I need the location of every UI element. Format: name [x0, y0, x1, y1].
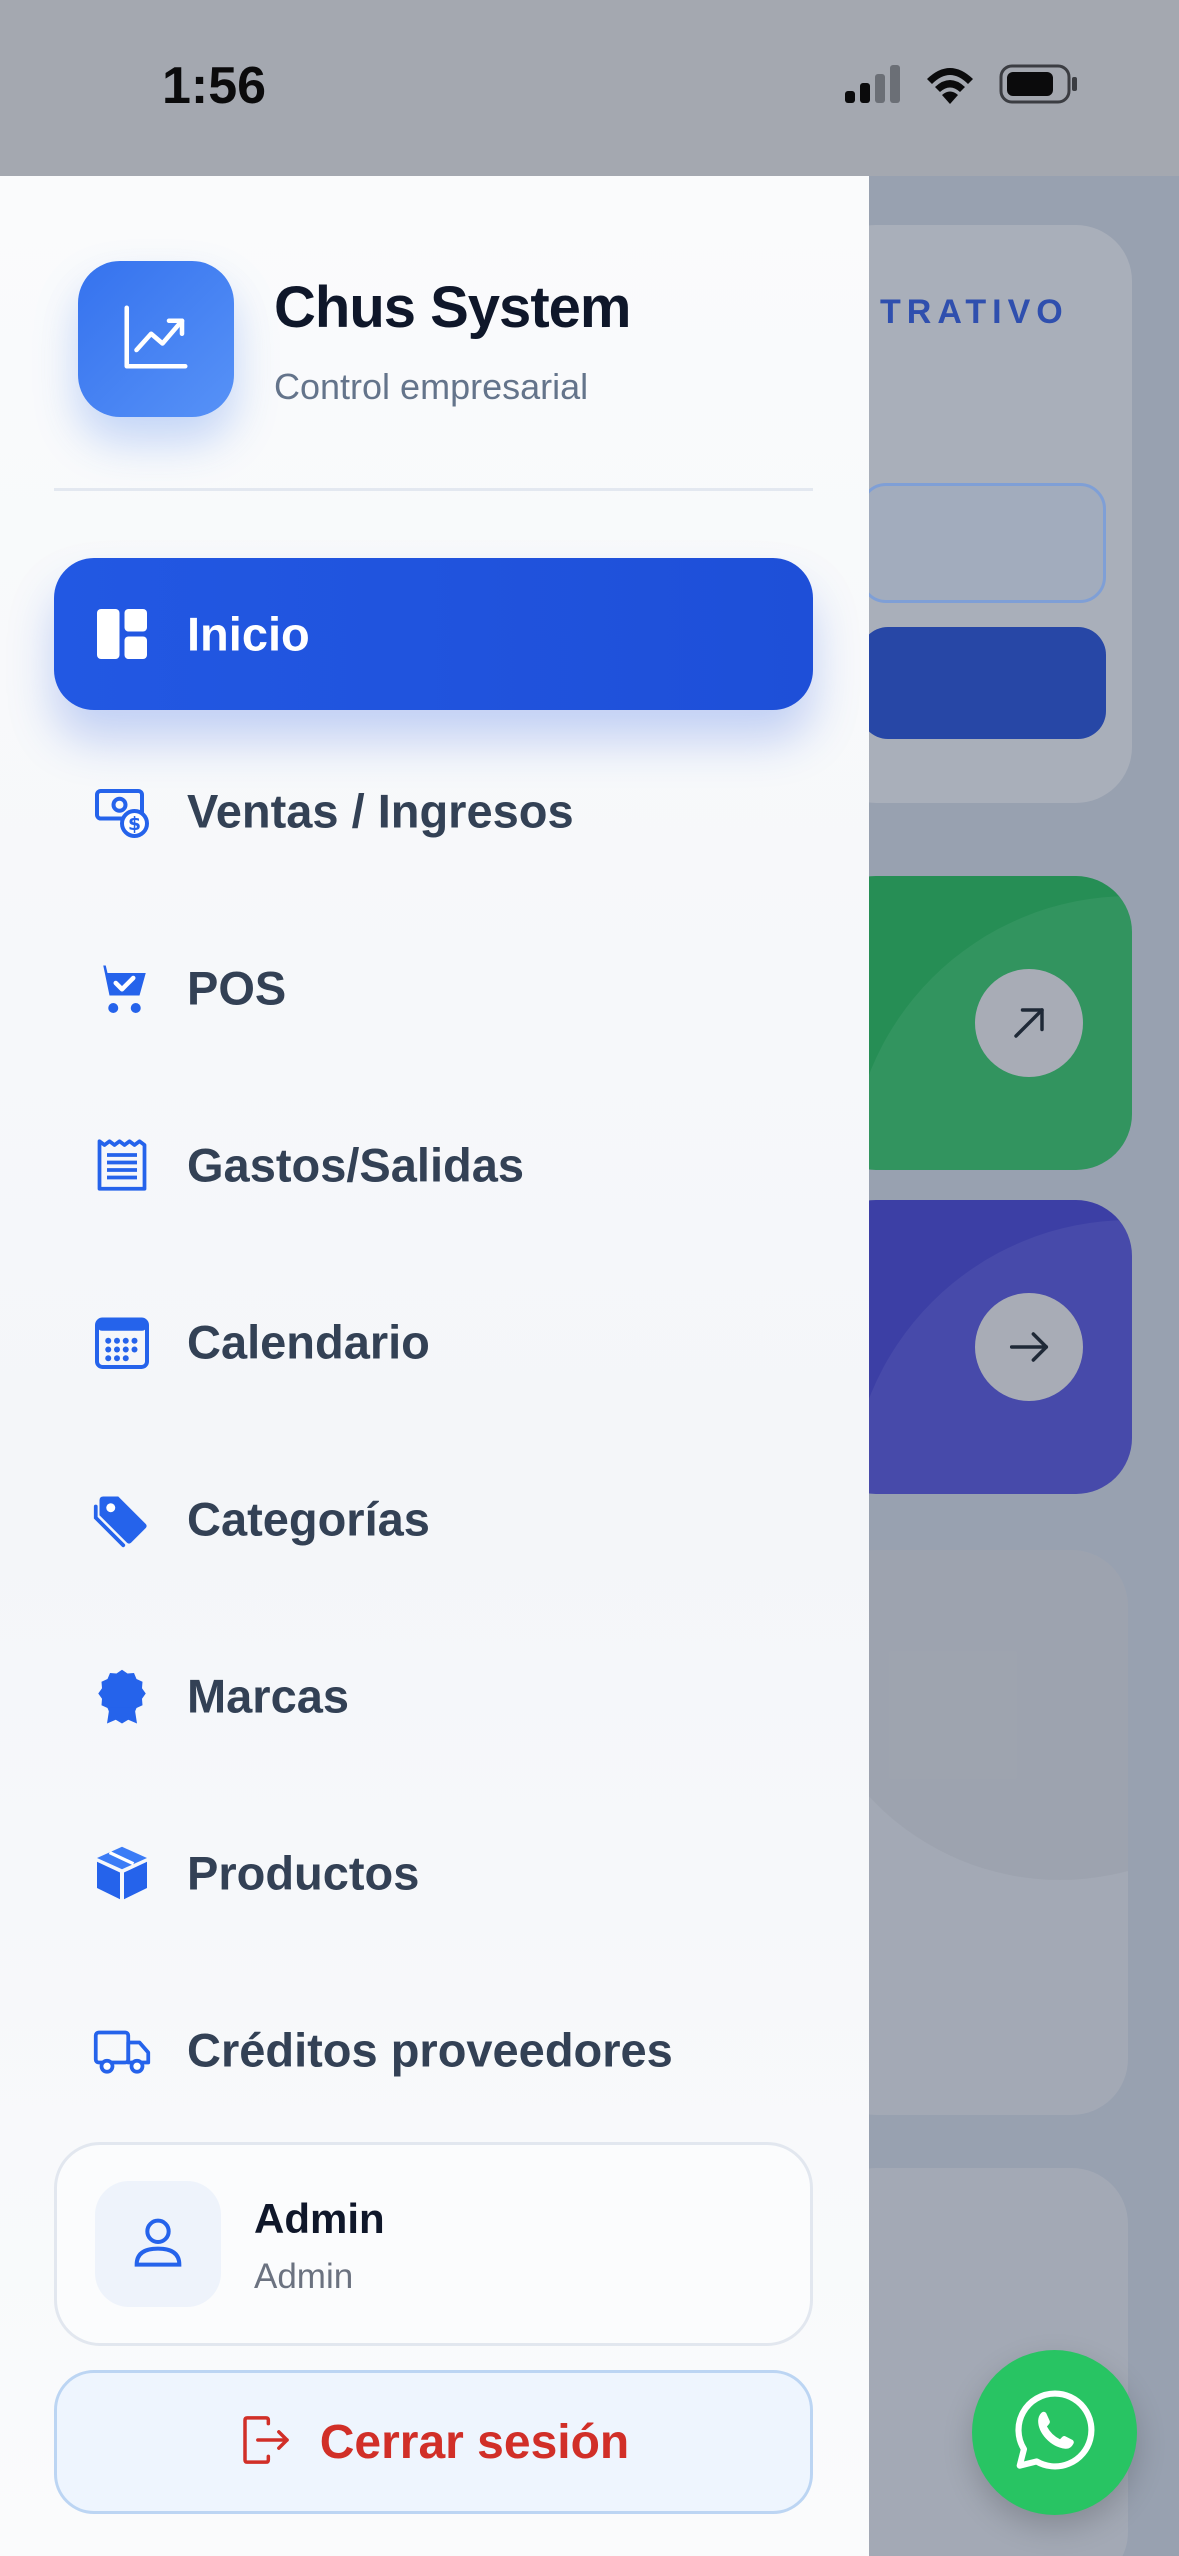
nav-item-label: Marcas	[187, 1669, 349, 1723]
nav-item-label: Gastos/Salidas	[187, 1138, 524, 1192]
brand-subtitle: Control empresarial	[274, 366, 589, 407]
nav-item-productos[interactable]: Productos	[54, 1797, 813, 1949]
arrow-right-icon	[975, 1293, 1083, 1401]
arrow-up-right-icon	[975, 969, 1083, 1077]
brand-title: Chus System	[274, 275, 631, 340]
truck-icon	[92, 2020, 152, 2080]
navigation-drawer: Chus System Control empresarial Inicio $…	[0, 176, 869, 2556]
calendar-icon	[92, 1312, 152, 1372]
cart-check-icon	[92, 958, 152, 1018]
background-input	[860, 483, 1106, 603]
badge-icon	[92, 1666, 152, 1726]
user-role: Admin	[254, 2257, 354, 2296]
logout-label: Cerrar sesión	[319, 2415, 630, 2469]
nav-item-categorias[interactable]: Categorías	[54, 1443, 813, 1595]
nav-item-calendario[interactable]: Calendario	[54, 1266, 813, 1418]
nav-item-pos[interactable]: POS	[54, 912, 813, 1064]
wifi-icon	[923, 64, 977, 109]
avatar	[95, 2181, 221, 2307]
nav-item-creditos-proveedores[interactable]: Créditos proveedores	[54, 1974, 813, 2126]
background-button	[860, 627, 1106, 739]
money-icon: $	[92, 781, 152, 841]
brand-logo	[78, 261, 234, 417]
divider	[54, 488, 813, 491]
battery-icon	[999, 64, 1079, 109]
nav-item-label: Categorías	[187, 1492, 430, 1546]
nav-item-label: Productos	[187, 1846, 420, 1900]
nav-item-label: POS	[187, 961, 287, 1015]
background-admin-card-label: TRATIVO	[880, 293, 1069, 331]
nav-item-label: Inicio	[187, 607, 310, 661]
status-time: 1:56	[162, 57, 267, 115]
nav-item-label: Ventas / Ingresos	[187, 784, 574, 838]
user-name: Admin	[254, 2195, 385, 2242]
nav-item-marcas[interactable]: Marcas	[54, 1620, 813, 1772]
receipt-icon	[92, 1135, 152, 1195]
svg-text:$: $	[128, 814, 141, 835]
logout-button[interactable]: Cerrar sesión	[54, 2370, 813, 2514]
whatsapp-button[interactable]	[972, 2350, 1137, 2515]
tag-icon	[92, 1489, 152, 1549]
nav-item-gastos-salidas[interactable]: Gastos/Salidas	[54, 1089, 813, 1241]
user-card[interactable]: Admin Admin	[54, 2142, 813, 2346]
box-icon	[92, 1843, 152, 1903]
user-icon	[126, 2210, 190, 2279]
nav-item-label: Créditos proveedores	[187, 2023, 673, 2077]
status-bar: 1:56	[0, 0, 1179, 176]
nav-item-label: Calendario	[187, 1315, 430, 1369]
status-icons	[845, 64, 1079, 109]
nav-item-ventas-ingresos[interactable]: $ Ventas / Ingresos	[54, 735, 813, 887]
whatsapp-icon	[1009, 2384, 1101, 2481]
nav-item-inicio[interactable]: Inicio	[54, 558, 813, 710]
dashboard-icon	[92, 604, 152, 664]
logout-icon	[238, 2412, 294, 2473]
trend-chart-icon	[117, 298, 195, 381]
cellular-signal-icon	[845, 65, 901, 108]
